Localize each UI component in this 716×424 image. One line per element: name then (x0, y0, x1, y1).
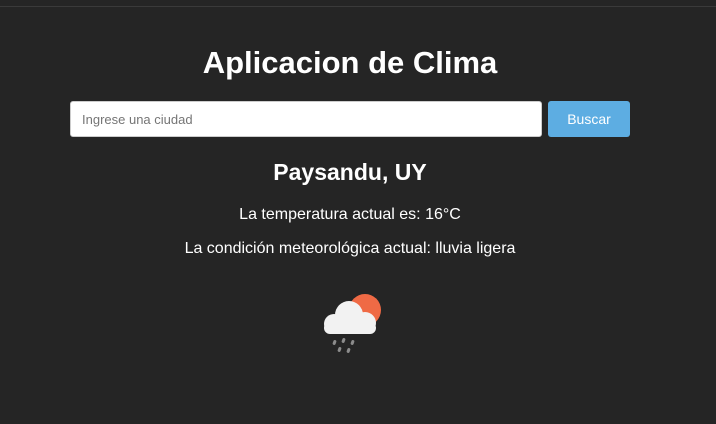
condition-line: La condición meteorológica actual: lluvi… (0, 239, 700, 259)
temperature-value: 16°C (425, 206, 461, 223)
temperature-line: La temperatura actual es: 16°C (0, 205, 700, 225)
condition-label: La condición meteorológica actual: (184, 240, 431, 257)
weather-app: Aplicacion de Clima Buscar Paysandu, UY … (0, 0, 716, 424)
condition-value: lluvia ligera (435, 240, 516, 257)
city-name: Paysandu, UY (273, 159, 427, 185)
search-button[interactable]: Buscar (548, 101, 630, 137)
cloud-sun-rain-icon (324, 294, 381, 353)
temperature-label: La temperatura actual es: (239, 206, 421, 223)
page-title: Aplicacion de Clima (202, 45, 498, 80)
city-search-input[interactable] (70, 101, 542, 137)
